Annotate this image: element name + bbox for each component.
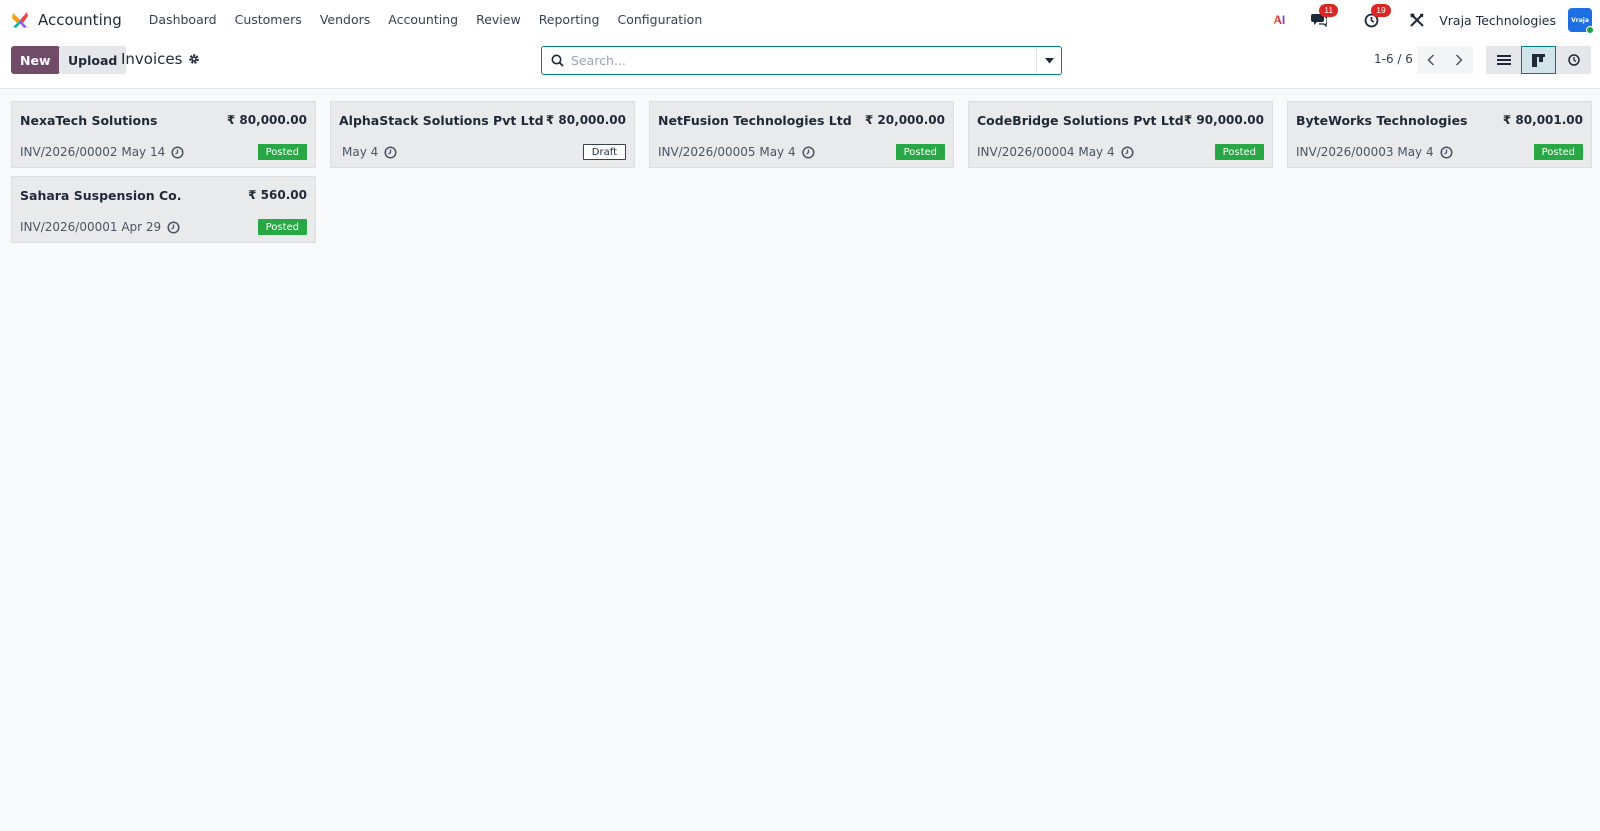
invoice-ref-text: INV/2026/00005 May 4: [658, 145, 796, 159]
invoice-card[interactable]: ByteWorks Technologies ₹ 80,001.00 INV/2…: [1287, 101, 1592, 168]
kanban-view-button[interactable]: [1521, 46, 1556, 74]
activity-clock-icon[interactable]: [171, 145, 184, 159]
invoice-ref-text: May 4: [342, 145, 379, 159]
invoice-reference: INV/2026/00002 May 14: [20, 145, 184, 159]
invoice-amount: ₹ 80,001.00: [1502, 113, 1583, 127]
invoice-card[interactable]: NexaTech Solutions ₹ 80,000.00 INV/2026/…: [11, 101, 316, 168]
invoice-card[interactable]: AlphaStack Solutions Pvt Ltd ₹ 80,000.00…: [330, 101, 635, 168]
invoice-amount: ₹ 90,000.00: [1183, 113, 1264, 127]
chevron-right-icon: [1455, 54, 1463, 66]
new-button[interactable]: New: [11, 46, 60, 74]
invoice-reference: INV/2026/00005 May 4: [658, 145, 815, 159]
menu-vendors[interactable]: Vendors: [311, 0, 379, 40]
upload-button[interactable]: Upload: [59, 46, 127, 74]
accounting-app-icon: [10, 10, 30, 30]
invoice-card[interactable]: Sahara Suspension Co. ₹ 560.00 INV/2026/…: [11, 176, 316, 243]
activities-badge: 19: [1371, 4, 1391, 17]
search-icon: [551, 54, 565, 68]
pager-value[interactable]: 1-6 / 6: [1374, 52, 1413, 66]
app-name: Accounting: [38, 11, 122, 29]
invoice-reference: INV/2026/00004 May 4: [977, 145, 1134, 159]
invoice-partner: AlphaStack Solutions Pvt Ltd: [339, 113, 544, 128]
menu-accounting[interactable]: Accounting: [379, 0, 467, 40]
search-bar: [541, 46, 1062, 75]
activity-clock-icon[interactable]: [802, 145, 815, 159]
tools-icon[interactable]: [1407, 10, 1427, 30]
kanban-icon: [1532, 53, 1545, 67]
invoice-partner: NetFusion Technologies Ltd: [658, 113, 852, 128]
invoice-amount: ₹ 80,000.00: [226, 113, 307, 127]
activities-icon[interactable]: 19: [1361, 4, 1391, 30]
status-badge: Posted: [257, 144, 307, 160]
caret-down-icon: [1044, 57, 1054, 63]
avatar-label: Vraja: [1571, 16, 1589, 24]
control-panel: New Upload Invoices 1-6 / 6: [0, 40, 1600, 89]
menu-customers[interactable]: Customers: [226, 0, 311, 40]
ai-icon[interactable]: AI: [1269, 10, 1289, 30]
invoice-ref-text: INV/2026/00002 May 14: [20, 145, 166, 159]
user-avatar[interactable]: Vraja: [1568, 8, 1594, 34]
search-input[interactable]: [571, 53, 1031, 68]
invoice-partner: NexaTech Solutions: [20, 113, 158, 128]
status-badge: Posted: [1214, 144, 1264, 160]
top-menu: Dashboard Customers Vendors Accounting R…: [140, 0, 711, 40]
invoice-reference: May 4: [342, 145, 397, 159]
breadcrumb: Invoices: [121, 50, 200, 68]
invoice-ref-text: INV/2026/00001 Apr 29: [20, 220, 162, 234]
status-badge: Posted: [895, 144, 945, 160]
systray: AI 11 19 Vraja Technologies Vraja: [1259, 0, 1600, 40]
invoice-card[interactable]: CodeBridge Solutions Pvt Ltd ₹ 90,000.00…: [968, 101, 1273, 168]
list-icon: [1496, 55, 1511, 65]
messages-badge: 11: [1319, 4, 1339, 17]
search-options-toggle[interactable]: [1036, 47, 1061, 74]
menu-reporting[interactable]: Reporting: [530, 0, 609, 40]
activity-clock-icon[interactable]: [167, 220, 180, 234]
invoice-card[interactable]: NetFusion Technologies Ltd ₹ 20,000.00 I…: [649, 101, 954, 168]
main-navbar: Accounting Dashboard Customers Vendors A…: [0, 0, 1600, 40]
invoice-reference: INV/2026/00003 May 4: [1296, 145, 1453, 159]
invoice-partner: CodeBridge Solutions Pvt Ltd: [977, 113, 1184, 128]
activity-clock-icon[interactable]: [1440, 145, 1453, 159]
status-badge: Draft: [582, 144, 626, 160]
invoice-ref-text: INV/2026/00004 May 4: [977, 145, 1115, 159]
online-status-dot: [1586, 26, 1594, 34]
menu-review[interactable]: Review: [467, 0, 530, 40]
activity-view-button[interactable]: [1556, 46, 1591, 74]
app-brand[interactable]: Accounting: [10, 0, 122, 40]
menu-dashboard[interactable]: Dashboard: [140, 0, 226, 40]
list-view-button[interactable]: [1486, 46, 1521, 74]
company-switcher[interactable]: Vraja Technologies: [1439, 13, 1556, 28]
invoice-partner: ByteWorks Technologies: [1296, 113, 1468, 128]
ai-icon-label: AI: [1273, 13, 1286, 27]
activity-clock-icon[interactable]: [1121, 145, 1134, 159]
invoice-amount: ₹ 80,000.00: [545, 113, 626, 127]
messages-icon[interactable]: 11: [1309, 4, 1339, 30]
invoice-ref-text: INV/2026/00003 May 4: [1296, 145, 1434, 159]
menu-configuration[interactable]: Configuration: [608, 0, 711, 40]
clock-icon: [1567, 54, 1580, 66]
gear-icon[interactable]: [188, 53, 200, 65]
activity-clock-icon[interactable]: [384, 145, 397, 159]
invoice-partner: Sahara Suspension Co.: [20, 188, 182, 203]
status-badge: Posted: [257, 219, 307, 235]
pager-previous-button[interactable]: [1417, 46, 1445, 74]
pager-next-button[interactable]: [1445, 46, 1473, 74]
page-title: Invoices: [121, 50, 183, 68]
invoice-reference: INV/2026/00001 Apr 29: [20, 220, 180, 234]
invoice-amount: ₹ 560.00: [248, 188, 307, 202]
chevron-left-icon: [1427, 54, 1435, 66]
status-badge: Posted: [1533, 144, 1583, 160]
invoice-amount: ₹ 20,000.00: [864, 113, 945, 127]
